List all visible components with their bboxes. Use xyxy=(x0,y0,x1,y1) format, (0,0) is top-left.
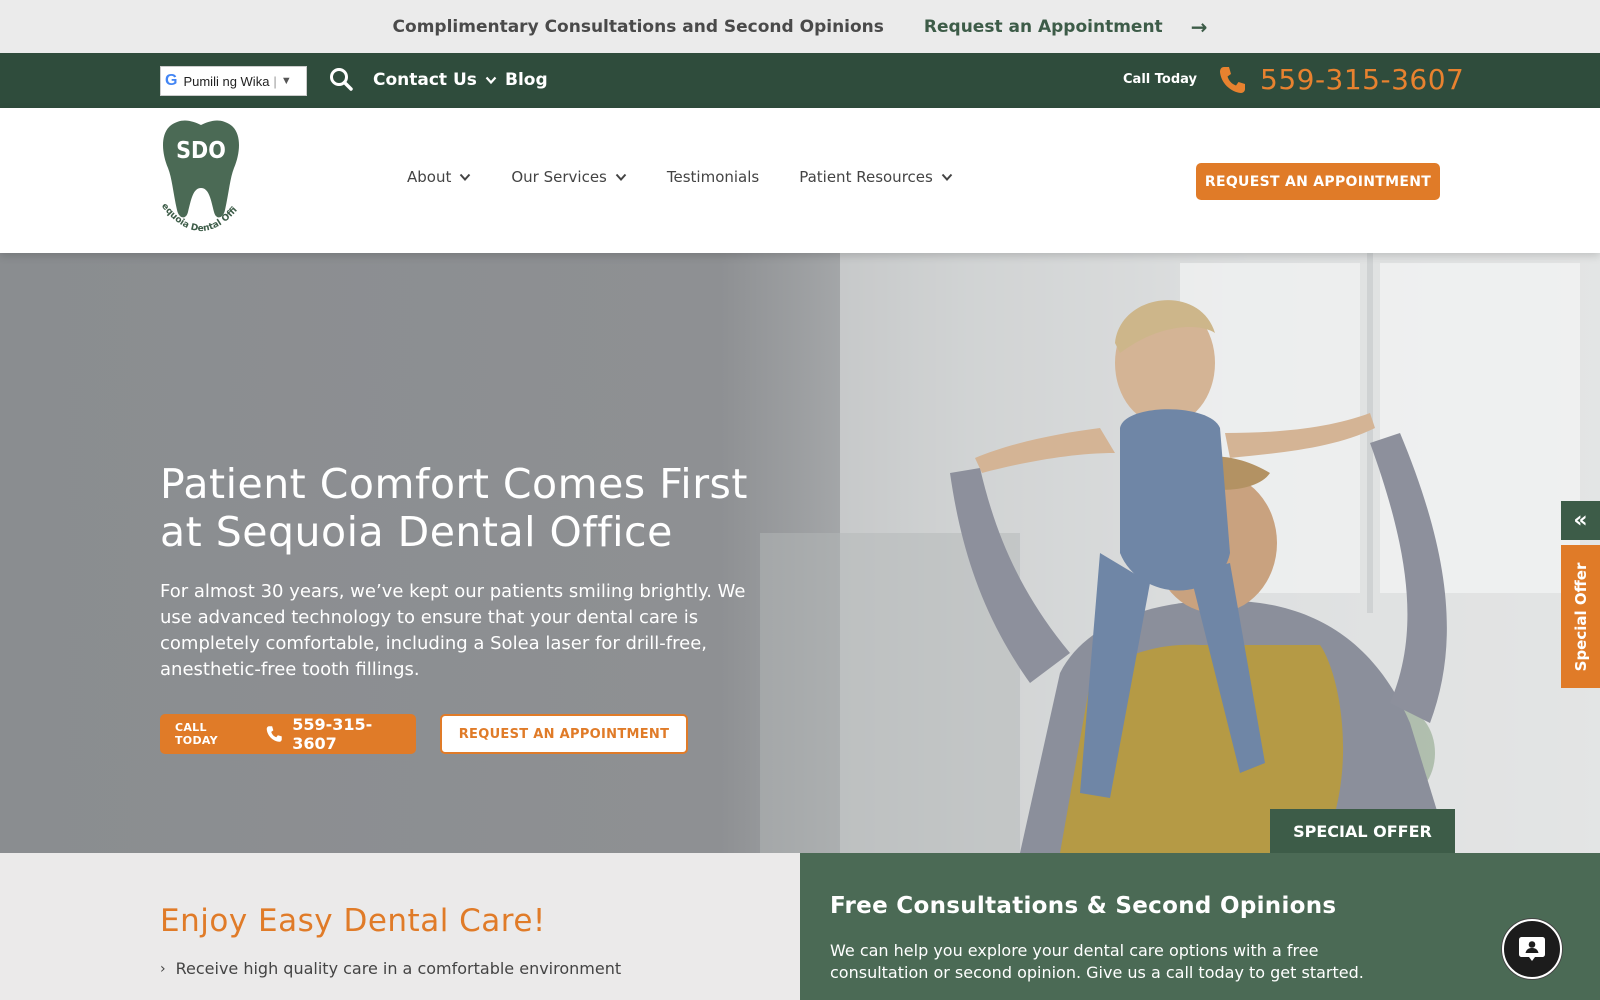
header-phone-number[interactable]: 559-315-3607 xyxy=(1260,63,1464,96)
chevron-down-icon xyxy=(615,173,627,181)
call-today-button[interactable]: CALL TODAY 559-315-3607 xyxy=(160,714,416,754)
nav-item-patient-resources[interactable]: Patient Resources xyxy=(799,168,953,186)
special-offer-tab[interactable]: SPECIAL OFFER xyxy=(1270,809,1455,853)
nav-item-testimonials[interactable]: Testimonials xyxy=(667,168,759,186)
hero-title-line-1: Patient Comfort Comes First xyxy=(160,460,748,508)
utility-bar: G Pumili ng Wika | ▼ Contact Us Blog Cal… xyxy=(0,53,1600,108)
nav-item-label: Patient Resources xyxy=(799,168,933,186)
blog-link[interactable]: Blog xyxy=(505,70,548,90)
hero-description: For almost 30 years, we’ve kept our pati… xyxy=(160,581,746,680)
special-offer-side-label: Special Offer xyxy=(1571,562,1590,671)
easy-dental-care-section: Enjoy Easy Dental Care! › Receive high q… xyxy=(0,853,800,1000)
nav-item-about[interactable]: About xyxy=(407,168,471,186)
chevron-right-icon: › xyxy=(160,960,166,977)
hero-title: Patient Comfort Comes First at Sequoia D… xyxy=(160,460,800,556)
hero-request-appointment-button[interactable]: REQUEST AN APPOINTMENT xyxy=(440,714,688,754)
list-item-text: Receive high quality care in a comfortab… xyxy=(175,959,622,978)
hero-section: Patient Comfort Comes First at Sequoia D… xyxy=(0,253,1600,853)
call-today-button-phone: 559-315-3607 xyxy=(292,715,373,753)
announcement-bar: Complimentary Consultations and Second O… xyxy=(0,0,1600,53)
svg-text:SDO: SDO xyxy=(176,138,226,164)
contact-us-label: Contact Us xyxy=(373,70,477,90)
section-title: Free Consultations & Second Opinions xyxy=(830,893,1337,919)
double-chevron-left-icon[interactable]: « xyxy=(1561,501,1600,540)
hero-title-line-2: at Sequoia Dental Office xyxy=(160,508,673,556)
nav-item-label: Testimonials xyxy=(666,168,760,186)
arrow-right-icon[interactable]: → xyxy=(1191,15,1208,39)
call-today-label: Call Today xyxy=(1123,72,1197,87)
nav-item-label: About xyxy=(407,168,452,186)
section-description: We can help you explore your dental care… xyxy=(830,941,1364,982)
phone-icon xyxy=(1220,67,1245,93)
announcement-appointment-link[interactable]: Request an Appointment xyxy=(924,17,1163,37)
language-select[interactable]: G Pumili ng Wika | ▼ xyxy=(160,66,307,96)
announcement-message: Complimentary Consultations and Second O… xyxy=(392,16,884,37)
search-icon[interactable] xyxy=(328,66,354,94)
language-select-label: Pumili ng Wika xyxy=(183,73,270,89)
nav-item-label: Our Services xyxy=(511,168,607,186)
contact-us-menu[interactable]: Contact Us xyxy=(373,70,497,90)
special-offer-side-button[interactable]: Special Offer xyxy=(1561,545,1600,688)
hero-family-photo xyxy=(760,253,1600,853)
chevron-down-icon xyxy=(485,76,497,85)
phone-icon xyxy=(267,726,283,742)
request-appointment-button[interactable]: REQUEST AN APPOINTMENT xyxy=(1196,163,1440,200)
chevron-down-icon xyxy=(460,173,471,181)
chevron-down-icon xyxy=(941,173,953,181)
call-today-button-label: CALL TODAY xyxy=(175,721,218,747)
nav-item-our-services[interactable]: Our Services xyxy=(511,168,627,186)
list-item: › Receive high quality care in a comfort… xyxy=(160,959,621,978)
dropdown-caret-icon: ▼ xyxy=(280,75,292,87)
section-title: Enjoy Easy Dental Care! xyxy=(160,903,546,939)
free-consultations-section: Free Consultations & Second Opinions We … xyxy=(800,853,1600,1000)
sequoia-dental-logo[interactable]: SDO Sequoia Dental Office xyxy=(160,116,242,240)
main-navigation: SDO Sequoia Dental Office About Our Serv… xyxy=(0,108,1600,253)
language-select-divider: | xyxy=(273,73,277,89)
primary-menu: About Our Services Testimonials Patient … xyxy=(407,168,993,186)
google-icon: G xyxy=(165,72,178,89)
chat-button[interactable] xyxy=(1502,919,1562,979)
chat-icon xyxy=(1519,937,1545,961)
